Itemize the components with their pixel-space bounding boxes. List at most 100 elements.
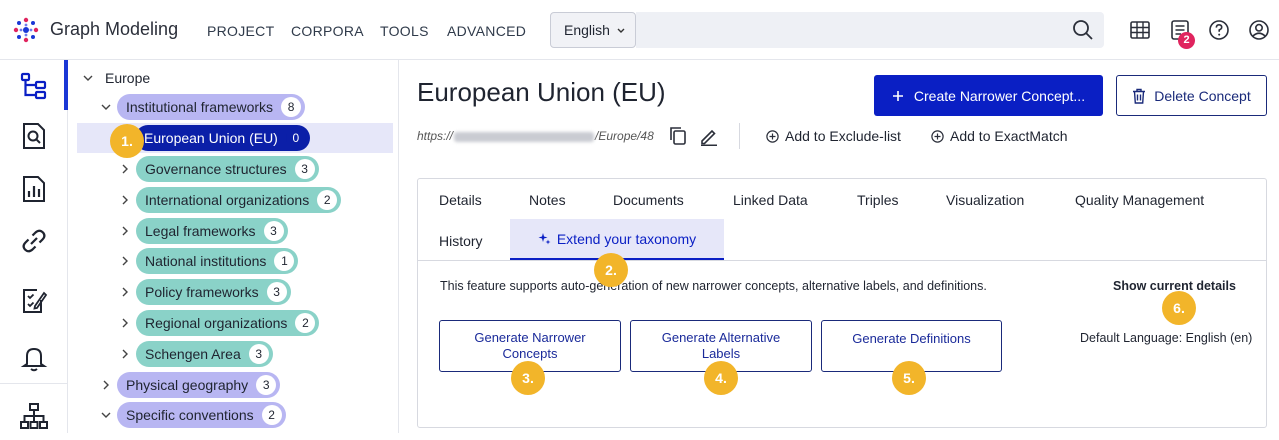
add-to-exclude-list-link[interactable]: Add to Exclude-list [766, 128, 901, 144]
tree-pill[interactable]: Governance structures 3 [136, 156, 319, 182]
tree-node-international-organizations[interactable]: International organizations 2 [116, 187, 342, 213]
default-language-text: Default Language: English (en) [1080, 331, 1253, 345]
chevron-down-icon[interactable] [97, 98, 115, 116]
tree-node-legal-frameworks[interactable]: Legal frameworks 3 [116, 218, 288, 244]
tree-node-specific-conventions[interactable]: Specific conventions 2 [97, 402, 286, 428]
tree-node-label: Physical geography [126, 377, 249, 393]
link-icon [22, 229, 46, 253]
uri-redacted [454, 131, 595, 142]
top-bar: Graph Modeling PROJECT CORPORA TOOLS ADV… [0, 0, 1279, 60]
chevron-right-icon[interactable] [97, 376, 115, 394]
chevron-right-icon[interactable] [116, 191, 134, 209]
edit-pencil-icon[interactable] [699, 126, 719, 146]
annotation-marker-2: 2. [594, 253, 628, 287]
graph-logo-icon[interactable] [10, 14, 42, 46]
create-narrower-label: Create Narrower Concept... [913, 87, 1086, 104]
tree-pill[interactable]: International organizations 2 [136, 187, 342, 213]
tab-visualization[interactable]: Visualization [946, 192, 1024, 208]
annotation-marker-4: 4. [704, 361, 738, 395]
tree-pill[interactable]: Schengen Area 3 [136, 341, 273, 367]
tree-node-label: International organizations [145, 192, 310, 208]
tree-pill[interactable]: Policy frameworks 3 [136, 279, 291, 305]
tree-count-badge: 3 [256, 375, 277, 395]
report-chart-icon [23, 176, 45, 202]
app-title: Graph Modeling [50, 19, 179, 39]
tree-count-badge: 3 [248, 344, 269, 364]
tree-node-label: Legal frameworks [145, 223, 256, 239]
tree-node-physical-geography[interactable]: Physical geography 3 [97, 372, 281, 398]
concept-tree: Europe Institutional frameworks 8 Europea… [69, 60, 399, 433]
tree-node-european-union[interactable]: European Union (EU) 0 [135, 125, 310, 151]
chevron-right-icon[interactable] [116, 283, 134, 301]
tab-linked-data[interactable]: Linked Data [733, 192, 808, 208]
user-avatar-icon[interactable] [1248, 19, 1270, 41]
rail-document-search[interactable] [0, 110, 68, 160]
chevron-right-icon[interactable] [116, 314, 134, 332]
rail-reports[interactable] [0, 163, 68, 213]
tree-node-institutional-frameworks[interactable]: Institutional frameworks 8 [97, 94, 306, 120]
language-select[interactable]: English [550, 12, 636, 48]
table-icon[interactable] [1129, 19, 1151, 41]
tree-pill[interactable]: Specific conventions 2 [117, 402, 286, 428]
chevron-right-icon[interactable] [116, 160, 134, 178]
annotation-marker-6: 6. [1162, 291, 1196, 325]
tree-pill[interactable]: Regional organizations 2 [136, 310, 320, 336]
sitemap-icon [20, 403, 48, 429]
tree-pill[interactable]: National institutions 1 [136, 248, 299, 274]
tree-node-regional-organizations[interactable]: Regional organizations 2 [116, 310, 320, 336]
search-input[interactable] [636, 12, 1104, 48]
help-icon[interactable] [1208, 19, 1230, 41]
tree-pill[interactable]: Physical geography 3 [117, 372, 281, 398]
nav-corpora[interactable]: CORPORA [291, 23, 364, 39]
rail-tasks[interactable] [0, 275, 68, 325]
tree-node-label: Schengen Area [145, 346, 241, 362]
tree-node-policy-frameworks[interactable]: Policy frameworks 3 [116, 279, 291, 305]
plus-circle-icon [766, 129, 779, 143]
tree-count-badge: 2 [261, 405, 282, 425]
tab-notes[interactable]: Notes [529, 192, 566, 208]
tree-node-governance-structures[interactable]: Governance structures 3 [116, 156, 319, 182]
tree-node-national-institutions[interactable]: National institutions 1 [116, 248, 299, 274]
delete-concept-button[interactable]: Delete Concept [1116, 75, 1267, 116]
add-to-exactmatch-link[interactable]: Add to ExactMatch [931, 128, 1068, 144]
chevron-down-icon[interactable] [97, 406, 115, 424]
tab-documents[interactable]: Documents [613, 192, 684, 208]
tree-node-label: Europe [105, 70, 151, 86]
tree-pill[interactable]: Legal frameworks 3 [136, 218, 288, 244]
bell-icon [20, 347, 48, 372]
nav-advanced[interactable]: ADVANCED [447, 23, 526, 39]
chevron-right-icon[interactable] [116, 345, 134, 363]
tree-pill-selected[interactable]: European Union (EU) 0 [135, 125, 310, 151]
tree-node-label: Specific conventions [126, 407, 254, 423]
plus-icon [892, 90, 903, 101]
search-icon[interactable] [1072, 19, 1094, 41]
trash-icon [1133, 88, 1146, 104]
rail-taxonomy[interactable] [0, 60, 68, 110]
tree-count-badge: 3 [266, 282, 287, 302]
chevron-right-icon[interactable] [116, 252, 134, 270]
tab-history[interactable]: History [439, 233, 483, 249]
nav-project[interactable]: PROJECT [207, 23, 274, 39]
tab-details[interactable]: Details [439, 192, 482, 208]
uri-prefix: https:// [417, 129, 454, 143]
tree-node-europe[interactable]: Europe [79, 65, 150, 91]
tree-pill[interactable]: Institutional frameworks 8 [117, 94, 306, 120]
annotation-marker-5: 5. [892, 361, 926, 395]
chevron-down-icon[interactable] [79, 69, 97, 87]
copy-icon[interactable] [669, 126, 687, 146]
rail-links[interactable] [0, 215, 68, 265]
tree-node-label: Policy frameworks [145, 284, 259, 300]
rail-notifications[interactable] [0, 332, 68, 382]
nav-tools[interactable]: TOOLS [380, 23, 429, 39]
tree-count-badge: 3 [294, 159, 315, 179]
tab-triples[interactable]: Triples [857, 192, 899, 208]
left-rail [0, 60, 68, 433]
tree-node-schengen-area[interactable]: Schengen Area 3 [116, 341, 273, 367]
tab-extend-label: Extend your taxonomy [556, 230, 697, 247]
uri-suffix: /Europe/48 [595, 129, 654, 143]
annotation-marker-1: 1. [110, 124, 144, 158]
create-narrower-concept-button[interactable]: Create Narrower Concept... [874, 75, 1103, 116]
chevron-right-icon[interactable] [116, 222, 134, 240]
tab-quality-management[interactable]: Quality Management [1075, 192, 1204, 208]
extend-description: This feature supports auto-generation of… [440, 279, 987, 293]
